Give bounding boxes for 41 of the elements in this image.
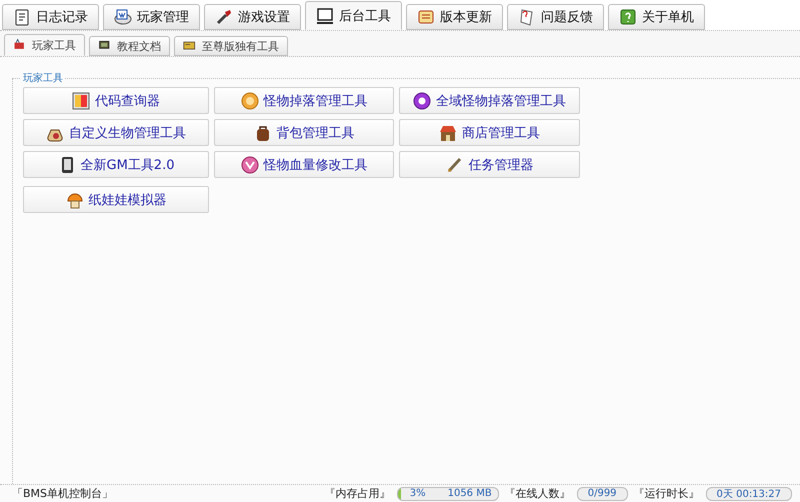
memory-label: 『内存占用』 [324, 486, 391, 501]
main-tab[interactable]: 问题反馈 [507, 4, 604, 30]
sub-tab[interactable]: 教程文档 [89, 36, 170, 56]
tool-button[interactable]: 怪物掉落管理工具 [214, 87, 394, 114]
main-tab[interactable]: 版本更新 [406, 4, 503, 30]
sub-tab[interactable]: 至尊版独有工具 [174, 36, 288, 56]
notepad-icon [13, 8, 31, 26]
uptime-label: 『运行时长』 [634, 486, 700, 501]
tool-button[interactable]: 代码查询器 [23, 87, 209, 114]
sub-tab[interactable]: 玩家工具 [4, 34, 85, 56]
wrench-icon [215, 8, 233, 26]
main-tab[interactable]: 后台工具 [305, 1, 402, 30]
main-tab[interactable]: 关于单机 [608, 4, 705, 30]
document-icon [114, 8, 132, 26]
coin-icon [240, 92, 258, 110]
tool-button[interactable]: 全域怪物掉落管理工具 [399, 87, 580, 114]
mushroom-house-icon [66, 190, 84, 208]
tool-button[interactable]: 任务管理器 [399, 151, 580, 178]
online-count: 0/999 [576, 486, 628, 500]
online-label: 『在线人数』 [504, 486, 571, 501]
memory-amount: 1056 MB [448, 488, 493, 499]
tool-button[interactable]: 商店管理工具 [399, 119, 580, 146]
group-title: 玩家工具 [22, 72, 64, 85]
tool-button[interactable]: 自定义生物管理工具 [23, 119, 209, 146]
main-tab[interactable]: 日志记录 [2, 4, 99, 30]
uptime-value: 0天 00:13:27 [706, 486, 792, 500]
main-tab[interactable]: 游戏设置 [204, 4, 301, 30]
tool-button[interactable]: 纸娃娃模拟器 [23, 186, 209, 213]
app-name: 「BMS单机控制台」 [12, 486, 114, 501]
toolbox-icon [13, 38, 27, 52]
tool-button[interactable]: 背包管理工具 [214, 119, 394, 146]
tool-button[interactable]: 全新GM工具2.0 [23, 151, 209, 178]
main-tab[interactable]: 玩家管理 [103, 4, 200, 30]
memory-percent: 3% [408, 488, 426, 499]
orb-icon [413, 92, 431, 110]
monitor-icon [316, 6, 334, 24]
tool-button[interactable]: 怪物血量修改工具 [214, 151, 394, 178]
shop-icon [439, 124, 457, 142]
help-icon [619, 8, 637, 26]
grid-icon [72, 92, 90, 110]
badge-icon [240, 156, 258, 174]
